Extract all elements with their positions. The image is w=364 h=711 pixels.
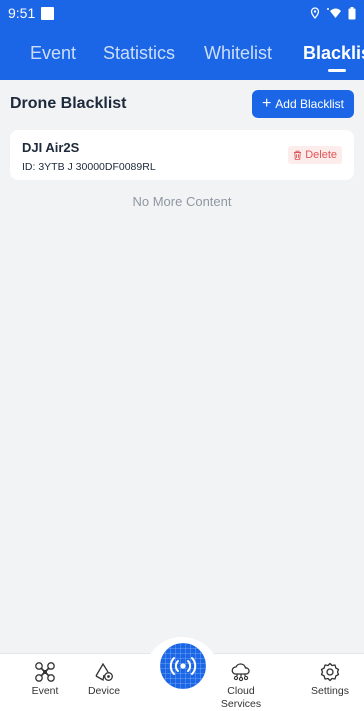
nav-settings-label: Settings [311,685,349,697]
delete-button[interactable]: Delete [288,146,342,164]
tab-whitelist-label: Whitelist [204,42,273,63]
settings-icon [320,662,340,682]
cloud-icon [231,663,250,682]
device-icon [95,662,113,682]
tab-statistics[interactable]: Statistics [103,26,175,80]
add-blacklist-label: Add Blacklist [275,97,344,111]
center-scan-button[interactable] [160,643,206,689]
tab-event[interactable]: Event [30,26,76,80]
tab-statistics-label: Statistics [103,42,176,63]
notification-icon [41,6,55,20]
tab-blacklist-label: Blacklis [303,42,364,63]
nav-event-label: Event [31,685,59,697]
tab-whitelist[interactable]: Whitelist [204,26,272,80]
nav-cloud-services[interactable]: Cloud Services [215,654,267,711]
signal-broadcast-icon [169,657,197,675]
status-time: 9:51 [8,5,36,21]
nav-device-label: Device [87,685,121,697]
nav-cloud-label: Cloud Services [220,685,262,710]
nav-event[interactable]: Event [19,654,71,711]
top-tab-bar: Event Statistics Whitelist Blacklis [0,26,364,80]
delete-label: Delete [305,149,337,161]
add-blacklist-button[interactable]: + Add Blacklist [251,90,354,118]
tab-blacklist[interactable]: Blacklis [303,26,364,80]
plus-icon: + [261,95,272,112]
tab-event-label: Event [30,42,77,63]
battery-icon [348,6,356,19]
page-title: Drone Blacklist [10,95,127,112]
nav-device[interactable]: Device [78,654,130,711]
status-bar: 9:51 [0,0,364,26]
list-item[interactable]: DJI Air2S ID: 3YTB J 30000DF0089RL Delet… [10,130,354,180]
no-more-content: No More Content [132,194,232,209]
trash-icon [294,150,302,160]
active-tab-indicator [328,69,347,72]
wifi-icon [327,8,341,18]
nav-settings[interactable]: Settings [304,654,356,711]
section-header: Drone Blacklist + Add Blacklist [10,88,354,120]
drone-icon [35,662,55,682]
location-icon [310,7,320,19]
